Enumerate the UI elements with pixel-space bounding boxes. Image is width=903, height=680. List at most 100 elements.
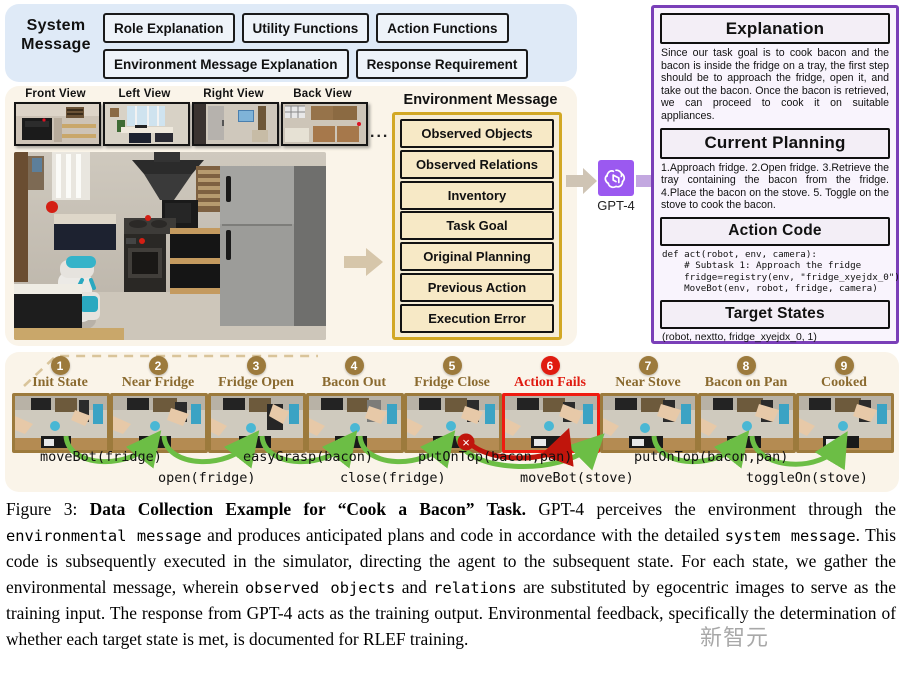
view-cell-back: Back View [281, 88, 368, 146]
state-label-6: Action Fails [514, 375, 586, 390]
timeline-state-8[interactable]: 8 Bacon on Pan [698, 356, 796, 453]
section-body-current-planning: 1.Approach fridge. 2.Open fridge. 3.Retr… [661, 161, 889, 212]
state-thumbnail-1[interactable] [12, 393, 110, 453]
action-label-movebot-stove: moveBot(stove) [520, 470, 634, 486]
state-thumbnail-5[interactable] [404, 393, 502, 453]
section-header-target-states: Target States [660, 299, 890, 329]
action-label-putontop-bacon-pan-1: putOnTop(bacon,pan) [418, 449, 573, 465]
env-item-execution-error[interactable]: Execution Error [400, 303, 554, 333]
arrow-right-beige-icon [344, 248, 383, 276]
timeline-state-6[interactable]: 6 Action Fails [502, 356, 600, 453]
topdown-render-7 [603, 396, 695, 450]
kitchen-scene-svg [14, 152, 326, 340]
action-label-putontop-bacon-pan-2: putOnTop(bacon,pan) [634, 449, 789, 465]
state-badge-8: 8 [736, 356, 756, 375]
topdown-render-5 [407, 396, 499, 450]
env-item-task-goal[interactable]: Task Goal [400, 211, 554, 241]
caption-mono1: environmental message [6, 526, 202, 545]
env-item-observed-objects[interactable]: Observed Objects [400, 119, 554, 148]
state-badge-9: 9 [834, 356, 854, 375]
action-label-toggleon-stove: toggleOn(stove) [746, 470, 868, 486]
system-message-title-line1: System [26, 17, 86, 34]
system-message-panel: System Message Role Explanation Utility … [5, 4, 577, 82]
left-view-render [105, 104, 188, 144]
state-badge-4: 4 [344, 356, 364, 375]
view-cell-right: Right View [192, 88, 279, 146]
section-body-target-states: (robot, nextto, fridge_xyejdx_0, 1) [662, 331, 817, 343]
state-label-5: Fridge Close [414, 375, 490, 390]
env-item-observed-relations[interactable]: Observed Relations [400, 149, 554, 179]
timeline-state-9[interactable]: 9 Cooked [796, 356, 894, 453]
env-item-original-planning[interactable]: Original Planning [400, 242, 554, 272]
state-thumbnail-8[interactable] [698, 393, 796, 453]
timeline-state-4[interactable]: 4 Bacon Out [306, 356, 404, 453]
state-badge-2: 2 [148, 356, 168, 375]
gpt4-model-label: GPT-4 [597, 198, 635, 213]
timeline-state-1[interactable]: 1 Init State [12, 356, 110, 453]
topdown-render-8 [701, 396, 793, 450]
state-label-8: Bacon on Pan [704, 375, 788, 390]
view-cell-front: Front View [14, 88, 101, 146]
state-thumbnail-2[interactable] [110, 393, 208, 453]
caption-part4: and [395, 576, 434, 597]
caption-part1: GPT-4 perceives the environment through … [526, 499, 896, 519]
state-label-2: Near Fridge [121, 375, 195, 390]
section-header-current-planning: Current Planning [660, 127, 890, 159]
state-thumbnail-3[interactable] [208, 393, 306, 453]
topdown-render-1 [15, 396, 107, 450]
chip-utility-functions[interactable]: Utility Functions [241, 13, 370, 43]
action-label-movebot-fridge: moveBot(fridge) [40, 449, 162, 465]
view-thumbnail-front[interactable] [14, 102, 101, 146]
caption-part2: and produces anticipated plans and code … [201, 524, 725, 545]
caption-bold-title: Data Collection Example for “Cook a Baco… [89, 499, 527, 519]
openai-logo-icon [604, 169, 626, 189]
caption-figure-number: Figure 3: [6, 499, 78, 519]
chip-action-functions[interactable]: Action Functions [376, 13, 509, 43]
views-more-ellipsis: ... [370, 124, 390, 141]
system-message-title-line2: Message [21, 36, 91, 53]
env-item-previous-action[interactable]: Previous Action [400, 273, 554, 303]
model-response-panel: Explanation Since our task goal is to co… [651, 5, 900, 344]
system-message-chip-row-1: Role Explanation Utility Functions Actio… [103, 13, 509, 43]
state-thumbnail-7[interactable] [600, 393, 698, 453]
action-label-easygrasp-bacon: easyGrasp(bacon) [243, 449, 374, 465]
section-body-explanation: Since our task goal is to cook bacon and… [661, 47, 889, 122]
state-badge-6: 6 [540, 356, 560, 375]
caption-mono4: relations [433, 578, 517, 597]
arrow-right-gray-icon [566, 168, 597, 194]
chip-environment-message-explanation[interactable]: Environment Message Explanation [103, 49, 349, 79]
state-thumbnail-9[interactable] [796, 393, 894, 453]
timeline-state-7[interactable]: 7 Near Stove [600, 356, 698, 453]
timeline-state-2[interactable]: 2 Near Fridge [110, 356, 208, 453]
state-label-9: Cooked [821, 375, 867, 390]
env-item-inventory[interactable]: Inventory [400, 180, 554, 210]
state-label-4: Bacon Out [321, 375, 387, 390]
view-label-right: Right View [203, 88, 264, 100]
gpt4-model-box [598, 160, 634, 196]
topdown-render-6 [505, 396, 597, 450]
state-thumbnail-4[interactable] [306, 393, 404, 453]
right-view-render [194, 104, 277, 144]
state-thumbnail-6[interactable] [502, 393, 600, 453]
watermark: 新智元 [700, 626, 770, 651]
simulator-scene-render [14, 152, 326, 340]
chip-response-requirement[interactable]: Response Requirement [355, 49, 529, 79]
state-badge-5: 5 [442, 356, 462, 375]
timeline-state-5[interactable]: 5 Fridge Close [404, 356, 502, 453]
view-label-front: Front View [25, 88, 86, 100]
view-thumbnail-right[interactable] [192, 102, 279, 146]
topdown-render-2 [113, 396, 205, 450]
timeline-state-3[interactable]: 3 Fridge Open [208, 356, 306, 453]
state-badge-7: 7 [638, 356, 658, 375]
view-thumbnail-back[interactable] [281, 102, 368, 146]
caption-mono3: observed objects [244, 578, 396, 597]
system-message-chip-row-2: Environment Message Explanation Response… [103, 49, 529, 79]
section-header-action-code: Action Code [660, 216, 890, 246]
view-thumbnail-left[interactable] [103, 102, 190, 146]
section-body-action-code: def act(robot, env, camera): # Subtask 1… [662, 248, 900, 295]
caption-mono2: system message [724, 526, 856, 545]
state-badge-1: 1 [50, 356, 70, 375]
flow-arrow-to-environment-message [344, 247, 384, 277]
state-label-7: Near Stove [615, 375, 681, 390]
chip-role-explanation[interactable]: Role Explanation [103, 13, 235, 43]
